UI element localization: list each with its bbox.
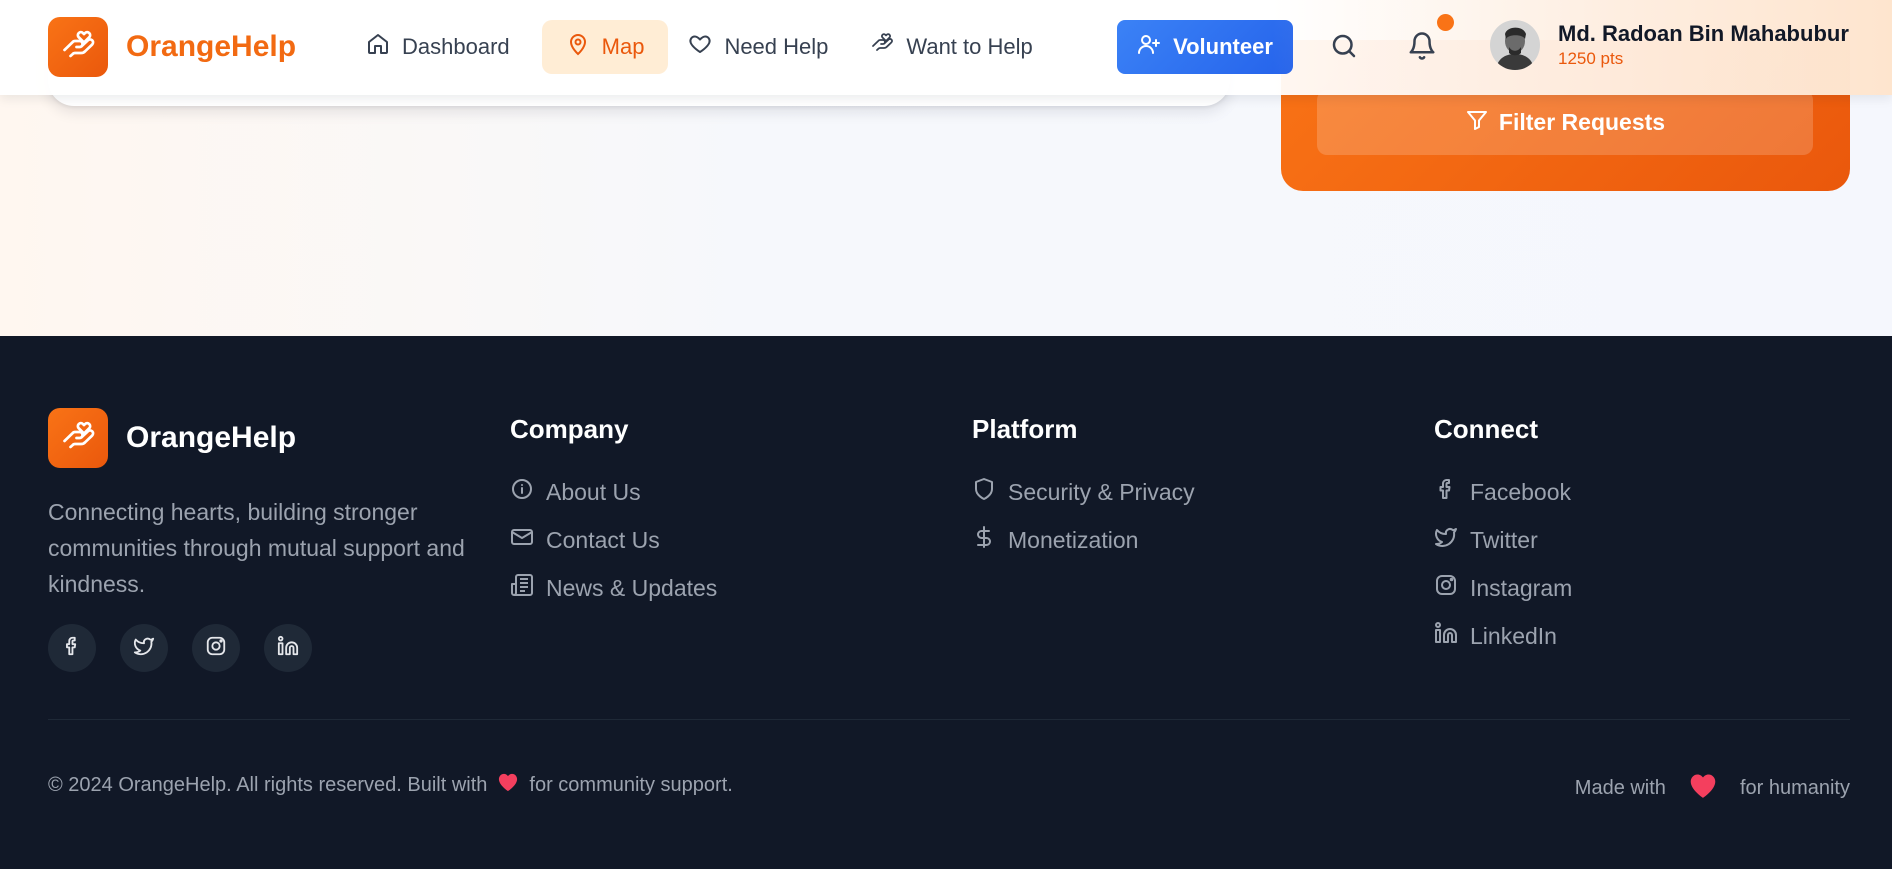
- instagram-social-button[interactable]: [192, 624, 240, 672]
- news-updates-link[interactable]: News & Updates: [510, 564, 717, 612]
- nav-want-to-help-label: Want to Help: [906, 34, 1033, 59]
- nav-map[interactable]: Map: [541, 20, 669, 74]
- avatar: [1490, 20, 1540, 70]
- made-with-text: Made with for humanity: [1575, 772, 1850, 805]
- user-points: 1250 pts: [1558, 49, 1624, 68]
- made-with-end: for humanity: [1739, 777, 1850, 799]
- monetization-link[interactable]: Monetization: [972, 516, 1195, 564]
- facebook-link[interactable]: Facebook: [1434, 468, 1572, 516]
- bell-icon: [1407, 31, 1437, 66]
- security-privacy-label: Security & Privacy: [1008, 478, 1195, 505]
- twitter-link[interactable]: Twitter: [1434, 516, 1572, 564]
- site-footer: OrangeHelp Connecting hearts, building s…: [0, 336, 1892, 869]
- linkedin-label: LinkedIn: [1470, 622, 1557, 649]
- footer-connect-column: Connect Facebook Twitter Instagram Linke…: [1434, 414, 1572, 660]
- main-nav: Dashboard Map Need Help Want to Help: [356, 20, 1055, 74]
- footer-description: Connecting hearts, building stronger com…: [48, 499, 465, 597]
- dollar-icon: [972, 525, 996, 555]
- newspaper-icon: [510, 573, 534, 603]
- filter-icon: [1465, 108, 1489, 138]
- nav-map-label: Map: [601, 34, 645, 59]
- linkedin-social-button[interactable]: [264, 624, 312, 672]
- nav-want-to-help[interactable]: Want to Help: [860, 20, 1054, 74]
- footer-divider: [48, 719, 1850, 720]
- nav-need-help-label: Need Help: [724, 34, 829, 59]
- linkedin-icon: [277, 635, 299, 662]
- copyright-text-end: for community support.: [529, 773, 733, 796]
- user-name: Md. Radoan Bin Mahabubur: [1558, 21, 1849, 46]
- facebook-label: Facebook: [1470, 478, 1572, 505]
- made-with-start: Made with: [1574, 777, 1666, 799]
- notifications-button[interactable]: [1402, 14, 1454, 68]
- helping-hand-logo-icon: [48, 17, 108, 77]
- monetization-label: Monetization: [1008, 526, 1139, 553]
- volunteer-label: Volunteer: [1173, 34, 1273, 59]
- news-updates-label: News & Updates: [546, 574, 718, 601]
- footer-brand[interactable]: OrangeHelp: [48, 408, 296, 468]
- filter-requests-label: Filter Requests: [1498, 109, 1666, 135]
- facebook-icon: [61, 635, 83, 662]
- user-info: Md. Radoan Bin Mahabubur 1250 pts: [1558, 20, 1849, 70]
- filter-requests-button[interactable]: Filter Requests: [1317, 90, 1813, 155]
- heart-icon: [1688, 772, 1718, 805]
- security-privacy-link[interactable]: Security & Privacy: [972, 468, 1195, 516]
- connect-heading: Connect: [1434, 414, 1538, 444]
- footer-company-column: Company About Us Contact Us News & Updat…: [510, 414, 717, 612]
- info-icon: [510, 477, 534, 507]
- twitter-social-button[interactable]: [120, 624, 168, 672]
- footer-platform-column: Platform Security & Privacy Monetization: [972, 414, 1195, 564]
- instagram-link[interactable]: Instagram: [1434, 564, 1572, 612]
- notification-badge: [1437, 14, 1454, 31]
- platform-heading: Platform: [972, 414, 1078, 444]
- copyright-text: © 2024 OrangeHelp. All rights reserved. …: [48, 772, 733, 798]
- search-button[interactable]: [1324, 28, 1364, 68]
- linkedin-icon: [1434, 621, 1458, 651]
- nav-dashboard[interactable]: Dashboard: [356, 20, 532, 74]
- helping-hand-logo-icon: [48, 408, 108, 468]
- home-icon: [366, 32, 390, 62]
- facebook-icon: [1434, 477, 1458, 507]
- twitter-icon: [1434, 525, 1458, 555]
- mail-icon: [510, 525, 534, 555]
- contact-us-label: Contact Us: [546, 526, 660, 553]
- company-heading: Company: [510, 414, 629, 444]
- top-navbar: OrangeHelp Dashboard Map Need Help Want …: [0, 0, 1892, 95]
- brand-name: OrangeHelp: [126, 30, 297, 63]
- search-icon: [1329, 31, 1359, 66]
- instagram-label: Instagram: [1470, 574, 1573, 601]
- user-plus-icon: [1137, 32, 1161, 62]
- about-us-label: About Us: [546, 478, 641, 505]
- contact-us-link[interactable]: Contact Us: [510, 516, 717, 564]
- footer-brand-name: OrangeHelp: [126, 421, 297, 454]
- nav-need-help[interactable]: Need Help: [678, 20, 850, 74]
- volunteer-button[interactable]: Volunteer: [1117, 20, 1293, 74]
- nav-dashboard-label: Dashboard: [402, 34, 510, 59]
- twitter-label: Twitter: [1470, 526, 1538, 553]
- linkedin-link[interactable]: LinkedIn: [1434, 612, 1572, 660]
- instagram-icon: [1434, 573, 1458, 603]
- social-links: [48, 624, 312, 672]
- about-us-link[interactable]: About Us: [510, 468, 717, 516]
- map-pin-icon: [566, 32, 590, 62]
- brand-logo[interactable]: OrangeHelp: [48, 17, 296, 77]
- user-menu[interactable]: Md. Radoan Bin Mahabubur 1250 pts: [1490, 20, 1849, 70]
- heart-icon: [497, 772, 519, 798]
- hand-heart-icon: [870, 32, 894, 62]
- facebook-social-button[interactable]: [48, 624, 96, 672]
- heart-icon: [688, 32, 712, 62]
- twitter-icon: [133, 635, 155, 662]
- shield-icon: [972, 477, 996, 507]
- copyright-text-start: © 2024 OrangeHelp. All rights reserved. …: [48, 773, 488, 796]
- instagram-icon: [205, 635, 227, 662]
